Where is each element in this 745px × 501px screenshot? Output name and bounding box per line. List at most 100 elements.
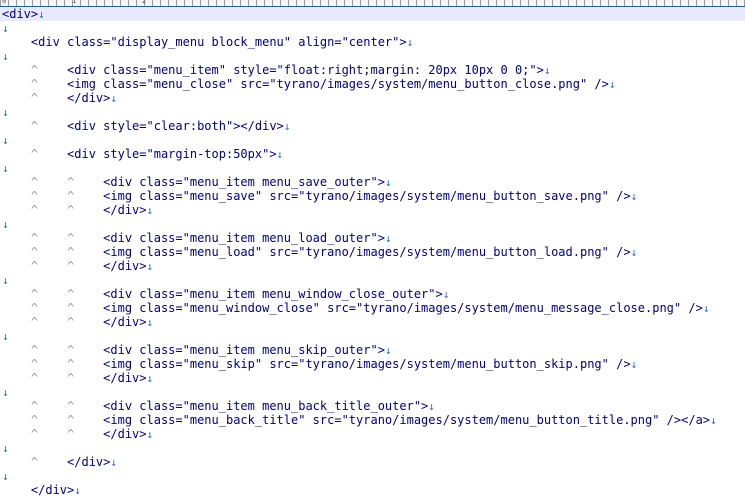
indent-guide: ^ ^ [2, 399, 104, 413]
code-line[interactable]: </div>↓ [0, 483, 745, 497]
code-line[interactable]: ^ ^ <div class="menu_item menu_save_oute… [0, 175, 745, 189]
indent-guide [2, 35, 31, 49]
line-end-arrow-icon: ↓ [384, 176, 392, 189]
code-line[interactable]: ↓ [0, 217, 745, 231]
indent-guide: ^ ^ [2, 203, 104, 217]
code-line[interactable]: ^ ^ </div>↓ [0, 259, 745, 273]
code-line[interactable]: ^ ^ <img class="menu_back_title" src="ty… [0, 413, 745, 427]
code-line-content: ^ ^ <div class="menu_item menu_window_cl… [2, 287, 449, 302]
code-line[interactable]: ↓ [0, 469, 745, 483]
code-line[interactable]: ^ ^ <div class="menu_item menu_back_titl… [0, 399, 745, 413]
indent-guide: ^ ^ [2, 259, 104, 273]
code-line-content: ↓ [2, 133, 9, 148]
line-end-arrow-icon: ↓ [2, 134, 9, 147]
code-line[interactable]: ^ ^ <img class="menu_window_close" src="… [0, 301, 745, 315]
ruler-mark: 0 [2, 0, 7, 5]
code-text: <div> [2, 7, 39, 21]
indent-guide: ^ [2, 91, 68, 105]
indent-guide: ^ ^ [2, 287, 104, 301]
indent-guide: ^ ^ [2, 301, 104, 315]
code-text: <div style="clear:both"></div> [67, 119, 284, 133]
code-text: <div class="menu_item menu_save_outer"> [103, 175, 385, 189]
code-line-content: ↓ [2, 469, 9, 484]
code-line[interactable]: ^ <img class="menu_close" src="tyrano/im… [0, 77, 745, 91]
code-line-content: ^ ^ <img class="menu_save" src="tyrano/i… [2, 189, 637, 204]
code-line[interactable]: ↓ [0, 441, 745, 455]
indent-guide: ^ [2, 455, 68, 469]
code-line[interactable]: ^ ^ </div>↓ [0, 203, 745, 217]
code-text: </div> [103, 203, 147, 217]
code-line[interactable]: ↓ [0, 105, 745, 119]
code-text: <div class="menu_item menu_skip_outer"> [103, 343, 385, 357]
line-end-arrow-icon: ↓ [2, 50, 9, 63]
code-text: <div class="display_menu block_menu" ali… [30, 35, 407, 49]
code-line-content: ↓ [2, 105, 9, 120]
code-line[interactable]: ↓ [0, 385, 745, 399]
code-line-content: ^ </div>↓ [2, 455, 117, 470]
code-line[interactable]: ^ <div style="clear:both"></div>↓ [0, 119, 745, 133]
line-end-arrow-icon: ↓ [608, 78, 616, 91]
code-text: <div style="margin-top:50px"> [67, 147, 277, 161]
indent-guide: ^ [2, 63, 68, 77]
code-text-area[interactable]: <div>↓ ↓ <div class="display_menu block_m… [0, 7, 745, 497]
code-line[interactable]: ^ ^ </div>↓ [0, 315, 745, 329]
line-end-arrow-icon: ↓ [38, 8, 45, 21]
line-end-arrow-icon: ↓ [2, 330, 9, 343]
line-end-arrow-icon: ↓ [630, 358, 638, 371]
code-line[interactable]: ↓ [0, 21, 745, 35]
code-text: <div class="menu_item menu_back_title_ou… [103, 399, 429, 413]
code-text: <div class="menu_item" style="float:righ… [67, 63, 544, 77]
indent-guide: ^ ^ [2, 413, 104, 427]
code-line[interactable]: <div>↓ [0, 7, 745, 21]
indent-guide: ^ ^ [2, 175, 104, 189]
code-line-content: ^ ^ <div class="menu_item menu_load_oute… [2, 231, 392, 246]
code-line-content: ^ ^ </div>↓ [2, 427, 153, 442]
code-line[interactable]: ^ ^ <div class="menu_item menu_skip_oute… [0, 343, 745, 357]
line-end-arrow-icon: ↓ [543, 64, 551, 77]
code-line-content: ^ ^ <img class="menu_skip" src="tyrano/i… [2, 357, 637, 372]
code-line[interactable]: ↓ [0, 133, 745, 147]
code-line[interactable]: ^ <div class="menu_item" style="float:ri… [0, 63, 745, 77]
code-text: <img class="menu_close" src="tyrano/imag… [67, 77, 609, 91]
code-line[interactable]: ^ ^ <div class="menu_item menu_load_oute… [0, 231, 745, 245]
code-text: </div> [103, 259, 147, 273]
code-text: <img class="menu_back_title" src="tyrano… [103, 413, 711, 427]
line-end-arrow-icon: ↓ [2, 106, 9, 119]
code-line[interactable]: ^ ^ <img class="menu_skip" src="tyrano/i… [0, 357, 745, 371]
indent-guide: ^ ^ [2, 371, 104, 385]
code-text: <img class="menu_load" src="tyrano/image… [103, 245, 631, 259]
column-ruler: 0 1 2 [0, 0, 745, 7]
code-line[interactable]: ^ </div>↓ [0, 455, 745, 469]
line-end-arrow-icon: ↓ [630, 190, 638, 203]
code-line-content: ^ ^ <img class="menu_back_title" src="ty… [2, 413, 717, 428]
line-end-arrow-icon: ↓ [2, 218, 9, 231]
code-text: </div> [103, 371, 147, 385]
line-end-arrow-icon: ↓ [2, 386, 9, 399]
indent-guide: ^ [2, 119, 68, 133]
code-line[interactable]: ^ ^ <img class="menu_load" src="tyrano/i… [0, 245, 745, 259]
code-line[interactable]: ↓ [0, 161, 745, 175]
line-end-arrow-icon: ↓ [146, 428, 154, 441]
indent-guide: ^ ^ [2, 427, 104, 441]
ruler-mark: 1 [72, 0, 77, 5]
indent-guide: ^ ^ [2, 343, 104, 357]
code-line[interactable]: ^ ^ </div>↓ [0, 371, 745, 385]
code-line-content: ↓ [2, 273, 9, 288]
line-end-arrow-icon: ↓ [384, 232, 392, 245]
code-line[interactable]: ^ </div>↓ [0, 91, 745, 105]
code-line[interactable]: ^ ^ </div>↓ [0, 427, 745, 441]
code-text: </div> [103, 427, 147, 441]
line-end-arrow-icon: ↓ [146, 372, 154, 385]
code-line[interactable]: ↓ [0, 329, 745, 343]
code-line[interactable]: ↓ [0, 49, 745, 63]
code-line[interactable]: ^ <div style="margin-top:50px">↓ [0, 147, 745, 161]
code-editor[interactable]: 0 1 2 <div>↓ ↓ <div class="display_menu b… [0, 0, 745, 501]
indent-guide: ^ ^ [2, 245, 104, 259]
code-line[interactable]: ^ ^ <div class="menu_item menu_window_cl… [0, 287, 745, 301]
line-end-arrow-icon: ↓ [146, 204, 154, 217]
line-end-arrow-icon: ↓ [146, 260, 154, 273]
code-line-content: ↓ [2, 49, 9, 64]
code-line[interactable]: ↓ [0, 273, 745, 287]
code-line[interactable]: <div class="display_menu block_menu" ali… [0, 35, 745, 49]
code-line[interactable]: ^ ^ <img class="menu_save" src="tyrano/i… [0, 189, 745, 203]
